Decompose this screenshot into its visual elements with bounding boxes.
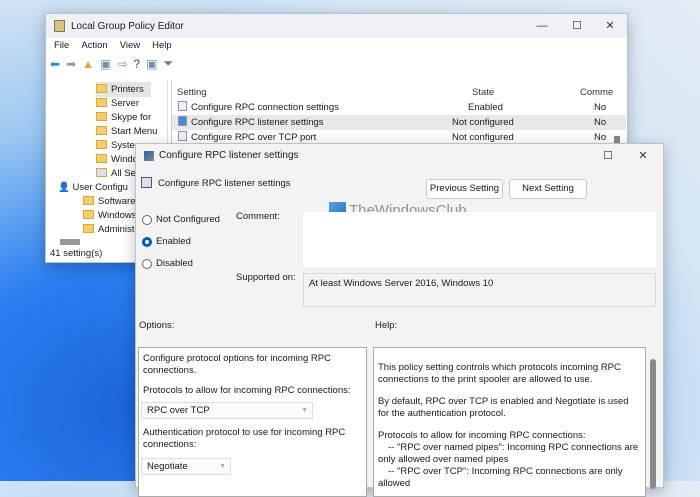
policy-icon — [144, 150, 154, 161]
radio-enabled[interactable]: Enabled — [142, 236, 191, 247]
radio-label: Disabled — [156, 258, 193, 269]
radio-disabled[interactable]: Disabled — [142, 258, 193, 269]
setting-state: Enabled — [468, 102, 503, 113]
setting-icon — [141, 177, 152, 188]
user-config-icon: 👤 — [58, 182, 73, 193]
help-scrollbar[interactable] — [650, 359, 656, 489]
options-intro: Configure protocol options for incoming … — [143, 353, 331, 376]
column-state[interactable]: State — [472, 85, 494, 100]
title-bar: Local Group Policy Editor — ☐ ✕ — [46, 14, 627, 38]
close-button[interactable]: ✕ — [595, 14, 625, 38]
properties-icon[interactable]: ▣ — [146, 57, 157, 71]
menu-view[interactable]: View — [120, 40, 140, 51]
menu-bar: File Action View Help — [54, 40, 184, 51]
minimize-button[interactable]: — — [527, 14, 557, 38]
maximize-button[interactable]: ☐ — [593, 144, 623, 168]
options-pane: Configure protocol options for incoming … — [138, 347, 367, 497]
list-header: Setting State Comme — [172, 85, 626, 100]
tree-label: Administ — [98, 224, 135, 235]
setting-icon — [178, 131, 187, 141]
tree-label: Printers — [111, 84, 144, 95]
options-label: Options: — [139, 320, 175, 331]
setting-comment: No — [594, 102, 607, 113]
help-pane: This policy setting controls which proto… — [373, 347, 646, 497]
tree-label: Windows — [98, 210, 137, 221]
tree-item[interactable]: Server — [96, 96, 167, 111]
export-icon[interactable]: ⇨ — [117, 57, 127, 71]
chevron-down-icon: ▼ — [219, 463, 226, 470]
table-row[interactable]: Configure RPC listener settings Not confi… — [172, 115, 626, 130]
next-setting-button[interactable]: Next Setting — [509, 179, 587, 199]
help-paragraph: -- "RPC over named pipes": Incoming RPC … — [378, 442, 639, 465]
tree-label: Server — [111, 98, 139, 109]
menu-action[interactable]: Action — [81, 40, 107, 51]
radio-not-configured[interactable]: Not Configured — [142, 214, 220, 225]
previous-setting-button[interactable]: Previous Setting — [426, 179, 503, 199]
comment-label: Comment: — [236, 211, 280, 222]
auth-value: Negotiate — [147, 461, 188, 472]
menu-help[interactable]: Help — [152, 40, 172, 51]
protocols-label: Protocols to allow for incoming RPC conn… — [143, 385, 351, 396]
app-icon — [54, 20, 65, 32]
comment-field[interactable] — [303, 212, 656, 267]
tree-scrollbar[interactable] — [60, 239, 80, 245]
chevron-down-icon: ▼ — [301, 407, 308, 414]
dialog-heading: Configure RPC listener settings — [158, 178, 291, 189]
help-paragraph: By default, RPC over TCP is enabled and … — [378, 396, 629, 419]
tree-label: Start Menu — [111, 126, 158, 137]
protocols-select[interactable]: RPC over TCP ▼ — [141, 402, 313, 419]
help-icon[interactable]: ? — [133, 57, 140, 71]
radio-label: Not Configured — [156, 214, 220, 225]
column-setting[interactable]: Setting — [177, 85, 207, 100]
protocols-value: RPC over TCP — [147, 405, 210, 416]
radio-label: Enabled — [156, 236, 191, 247]
close-button[interactable]: ✕ — [628, 144, 658, 168]
dialog-title-bar: Configure RPC listener settings ☐ ✕ — [136, 144, 663, 167]
auth-select[interactable]: Negotiate ▼ — [141, 458, 231, 475]
help-paragraph: This policy setting controls which proto… — [378, 362, 621, 385]
up-folder-icon[interactable]: ▲ — [82, 57, 94, 71]
tree-label: Skype for — [111, 112, 152, 123]
tree-item[interactable]: Start Menu — [96, 124, 167, 139]
tree-label: User Configu — [72, 182, 128, 193]
show-hide-tree-icon[interactable]: ▣ — [100, 57, 111, 71]
back-icon[interactable]: ⬅ — [50, 57, 60, 71]
maximize-button[interactable]: ☐ — [562, 14, 592, 38]
supported-on-label: Supported on: — [236, 272, 296, 283]
help-label: Help: — [375, 320, 398, 331]
auth-label: Authentication protocol to use for incom… — [143, 427, 346, 450]
setting-name: Configure RPC connection settings — [191, 102, 339, 113]
tree-label: Software — [98, 196, 136, 207]
tree-label: All Se — [111, 168, 136, 179]
status-bar: 41 setting(s) — [50, 248, 103, 259]
setting-comment: No — [594, 117, 607, 128]
tree-item[interactable]: Printers — [96, 82, 151, 97]
window-title: Local Group Policy Editor — [71, 20, 184, 32]
dialog-title: Configure RPC listener settings — [159, 150, 299, 161]
setting-state: Not configured — [452, 117, 514, 128]
tree-item[interactable]: Skype for — [96, 110, 167, 125]
menu-file[interactable]: File — [54, 40, 69, 51]
forward-icon[interactable]: ➡ — [66, 57, 76, 71]
setting-icon — [178, 116, 187, 126]
toolbar: ⬅ ➡ ▲ ▣ ⇨ ? ▣ ⏷ — [50, 56, 173, 71]
filter-icon[interactable]: ⏷ — [163, 56, 173, 71]
policy-dialog: Configure RPC listener settings ☐ ✕ Conf… — [135, 143, 664, 497]
setting-name: Configure RPC listener settings — [191, 117, 324, 128]
help-paragraph: -- "RPC over TCP": Incoming RPC connecti… — [378, 466, 623, 489]
table-row[interactable]: Configure RPC connection settings Enabled… — [172, 100, 626, 115]
column-comment[interactable]: Comme — [580, 85, 613, 100]
help-paragraph: Protocols to allow for incoming RPC conn… — [378, 430, 586, 441]
supported-on-field: At least Windows Server 2016, Windows 10 — [303, 273, 656, 307]
setting-name: Configure RPC over TCP port — [191, 132, 317, 143]
setting-icon — [178, 101, 187, 111]
